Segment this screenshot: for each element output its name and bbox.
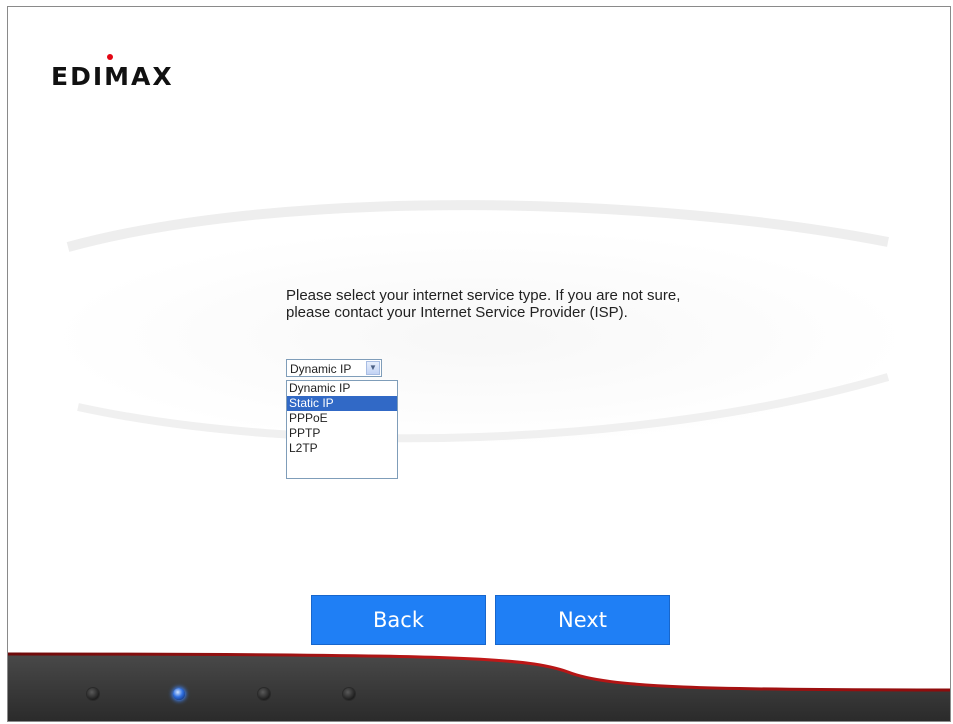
edimax-logo: EDIMAX (51, 62, 174, 91)
service-type-select[interactable]: Dynamic IP ▼ (286, 359, 382, 377)
progress-step-1-led (87, 688, 99, 700)
back-button[interactable]: Back (311, 595, 486, 645)
progress-step-3-led (258, 688, 270, 700)
option-dynamic-ip[interactable]: Dynamic IP (287, 381, 397, 396)
select-current-value: Dynamic IP (290, 362, 352, 376)
service-type-dropdown-list[interactable]: Dynamic IP Static IP PPPoE PPTP L2TP (286, 380, 398, 479)
option-static-ip[interactable]: Static IP (287, 396, 397, 411)
progress-step-2-led (173, 688, 185, 700)
next-button[interactable]: Next (495, 595, 670, 645)
option-pppoe[interactable]: PPPoE (287, 411, 397, 426)
option-pptp[interactable]: PPTP (287, 426, 397, 441)
option-l2tp[interactable]: L2TP (287, 441, 397, 456)
footer-bar (8, 652, 950, 721)
setup-wizard-window: EDIMAX Please select your internet servi… (7, 6, 951, 722)
logo-accent-dot (107, 54, 113, 60)
service-type-prompt: Please select your internet service type… (286, 287, 681, 321)
progress-step-4-led (343, 688, 355, 700)
chevron-down-icon[interactable]: ▼ (366, 361, 380, 375)
